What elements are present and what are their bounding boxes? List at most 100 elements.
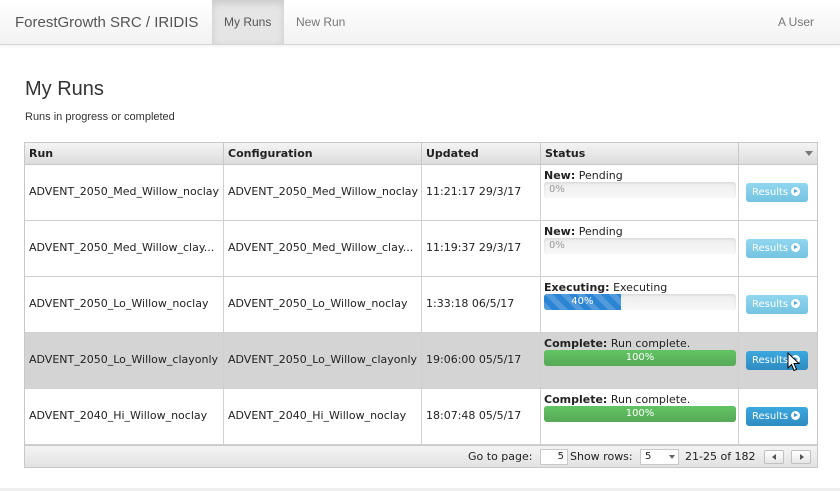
cell-actions: Results: [739, 165, 817, 220]
results-button-label: Results: [752, 411, 789, 422]
results-button-label: Results: [752, 243, 789, 254]
run-name: ADVENT_2050_Med_Willow_noclay: [29, 185, 220, 198]
status-label: New:: [544, 225, 576, 238]
status-line: New: Pending: [544, 169, 623, 182]
column-header-updated[interactable]: Updated: [422, 143, 541, 165]
show-rows-label: Show rows:: [570, 450, 633, 463]
next-page-icon[interactable]: [791, 450, 811, 464]
runs-table: Run Configuration Updated Status ADVENT_…: [24, 142, 818, 468]
status-text: Pending: [578, 225, 623, 238]
cell-status: New: Pending 0%: [541, 221, 739, 276]
results-play-icon: [791, 243, 801, 252]
run-name: ADVENT_2050_Med_Willow_clay...: [29, 241, 215, 254]
cell-actions: Results: [739, 389, 817, 444]
status-text: Pending: [578, 169, 623, 182]
results-button[interactable]: Results: [746, 183, 808, 202]
results-play-icon: [791, 299, 801, 308]
rows-per-page-select[interactable]: 5: [640, 449, 679, 465]
page-range: 21-25 of 182: [685, 450, 756, 463]
status-text: Executing: [613, 281, 668, 294]
results-button[interactable]: Results: [746, 295, 808, 314]
results-button-label: Results: [752, 187, 789, 198]
cell-updated: 11:19:37 29/3/17: [422, 221, 541, 276]
results-button-label: Results: [752, 355, 789, 366]
progress-bar: 100%: [544, 350, 736, 366]
cell-updated: 19:06:00 05/5/17: [422, 333, 541, 388]
cell-configuration: ADVENT_2050_Lo_Willow_clayonly: [224, 333, 422, 388]
status-line: Executing: Executing: [544, 281, 667, 294]
progress-bar: 100%: [544, 406, 736, 422]
cell-status: Executing: Executing 40%: [541, 277, 739, 332]
status-label: Executing:: [544, 281, 610, 294]
progress-text: 40%: [571, 296, 594, 307]
status-label: Complete:: [544, 337, 608, 350]
status-line: Complete: Run complete.: [544, 393, 690, 406]
cell-run: ADVENT_2050_Med_Willow_clay...: [25, 221, 224, 276]
table-row[interactable]: ADVENT_2050_Med_Willow_clay... ADVENT_205…: [25, 221, 817, 277]
configuration-name: ADVENT_2050_Med_Willow_noclay: [228, 185, 419, 198]
table-row[interactable]: ADVENT_2050_Lo_Willow_noclay ADVENT_2050_…: [25, 277, 817, 333]
nav-my-runs[interactable]: My Runs: [212, 0, 284, 44]
run-name: ADVENT_2050_Lo_Willow_clayonly: [29, 353, 219, 366]
progress-bar: 40%: [544, 294, 736, 310]
cell-status: New: Pending 0%: [541, 165, 739, 220]
column-header-configuration[interactable]: Configuration: [224, 143, 422, 165]
cell-actions: Results: [739, 277, 817, 332]
cell-actions: Results: [739, 333, 817, 388]
cell-configuration: ADVENT_2040_Hi_Willow_noclay: [224, 389, 422, 444]
results-play-icon: [791, 187, 801, 196]
status-line: New: Pending: [544, 225, 623, 238]
cell-run: ADVENT_2050_Med_Willow_noclay: [25, 165, 224, 220]
column-header-actions[interactable]: [739, 143, 817, 165]
column-menu-icon[interactable]: [805, 151, 813, 156]
run-name: ADVENT_2040_Hi_Willow_noclay: [29, 409, 208, 422]
app-brand[interactable]: ForestGrowth SRC / IRIDIS: [15, 14, 198, 31]
cell-updated: 18:07:48 05/5/17: [422, 389, 541, 444]
configuration-name: ADVENT_2050_Med_Willow_clay...: [228, 241, 414, 254]
configuration-name: ADVENT_2050_Lo_Willow_noclay: [228, 297, 408, 310]
mouse-cursor-icon: [787, 352, 801, 372]
updated-timestamp: 18:07:48 05/5/17: [426, 409, 522, 422]
progress-bar: 0%: [544, 238, 736, 254]
nav-new-run[interactable]: New Run: [284, 0, 357, 44]
results-button-label: Results: [752, 299, 789, 310]
page-subtitle: Runs in progress or completed: [25, 111, 175, 123]
cell-status: Complete: Run complete. 100%: [541, 389, 739, 444]
cell-status: Complete: Run complete. 100%: [541, 333, 739, 388]
updated-timestamp: 11:19:37 29/3/17: [426, 241, 522, 254]
updated-timestamp: 19:06:00 05/5/17: [426, 353, 522, 366]
status-text: Run complete.: [610, 393, 691, 406]
cell-configuration: ADVENT_2050_Lo_Willow_noclay: [224, 277, 422, 332]
results-button[interactable]: Results: [746, 239, 808, 258]
page-title: My Runs: [25, 78, 104, 100]
progress-bar: 0%: [544, 182, 736, 198]
status-line: Complete: Run complete.: [544, 337, 690, 350]
status-label: Complete:: [544, 393, 608, 406]
column-header-status[interactable]: Status: [541, 143, 739, 165]
progress-text: 100%: [625, 352, 655, 363]
table-row[interactable]: ADVENT_2050_Lo_Willow_clayonly ADVENT_205…: [25, 333, 817, 389]
updated-timestamp: 1:33:18 06/5/17: [426, 297, 515, 310]
cell-run: ADVENT_2050_Lo_Willow_clayonly: [25, 333, 224, 388]
cell-updated: 1:33:18 06/5/17: [422, 277, 541, 332]
progress-text: 100%: [625, 408, 655, 419]
table-row[interactable]: ADVENT_2040_Hi_Willow_noclay ADVENT_2040_…: [25, 389, 817, 445]
cell-configuration: ADVENT_2050_Med_Willow_noclay: [224, 165, 422, 220]
table-row[interactable]: ADVENT_2050_Med_Willow_noclay ADVENT_2050…: [25, 165, 817, 221]
results-button[interactable]: Results: [746, 407, 808, 426]
cell-run: ADVENT_2040_Hi_Willow_noclay: [25, 389, 224, 444]
column-header-run[interactable]: Run: [25, 143, 224, 165]
progress-text: 0%: [549, 184, 565, 195]
page-number-input[interactable]: 5: [540, 449, 568, 465]
cell-updated: 11:21:17 29/3/17: [422, 165, 541, 220]
top-navbar: ForestGrowth SRC / IRIDIS My Runs New Ru…: [0, 0, 840, 45]
run-name: ADVENT_2050_Lo_Willow_noclay: [29, 297, 209, 310]
configuration-name: ADVENT_2050_Lo_Willow_clayonly: [228, 353, 418, 366]
status-text: Run complete.: [610, 337, 691, 350]
chevron-down-icon: [669, 455, 675, 459]
status-label: New:: [544, 169, 576, 182]
progress-text: 0%: [549, 240, 565, 251]
configuration-name: ADVENT_2040_Hi_Willow_noclay: [228, 409, 407, 422]
prev-page-icon[interactable]: [764, 450, 784, 464]
user-menu[interactable]: A User: [778, 0, 814, 44]
